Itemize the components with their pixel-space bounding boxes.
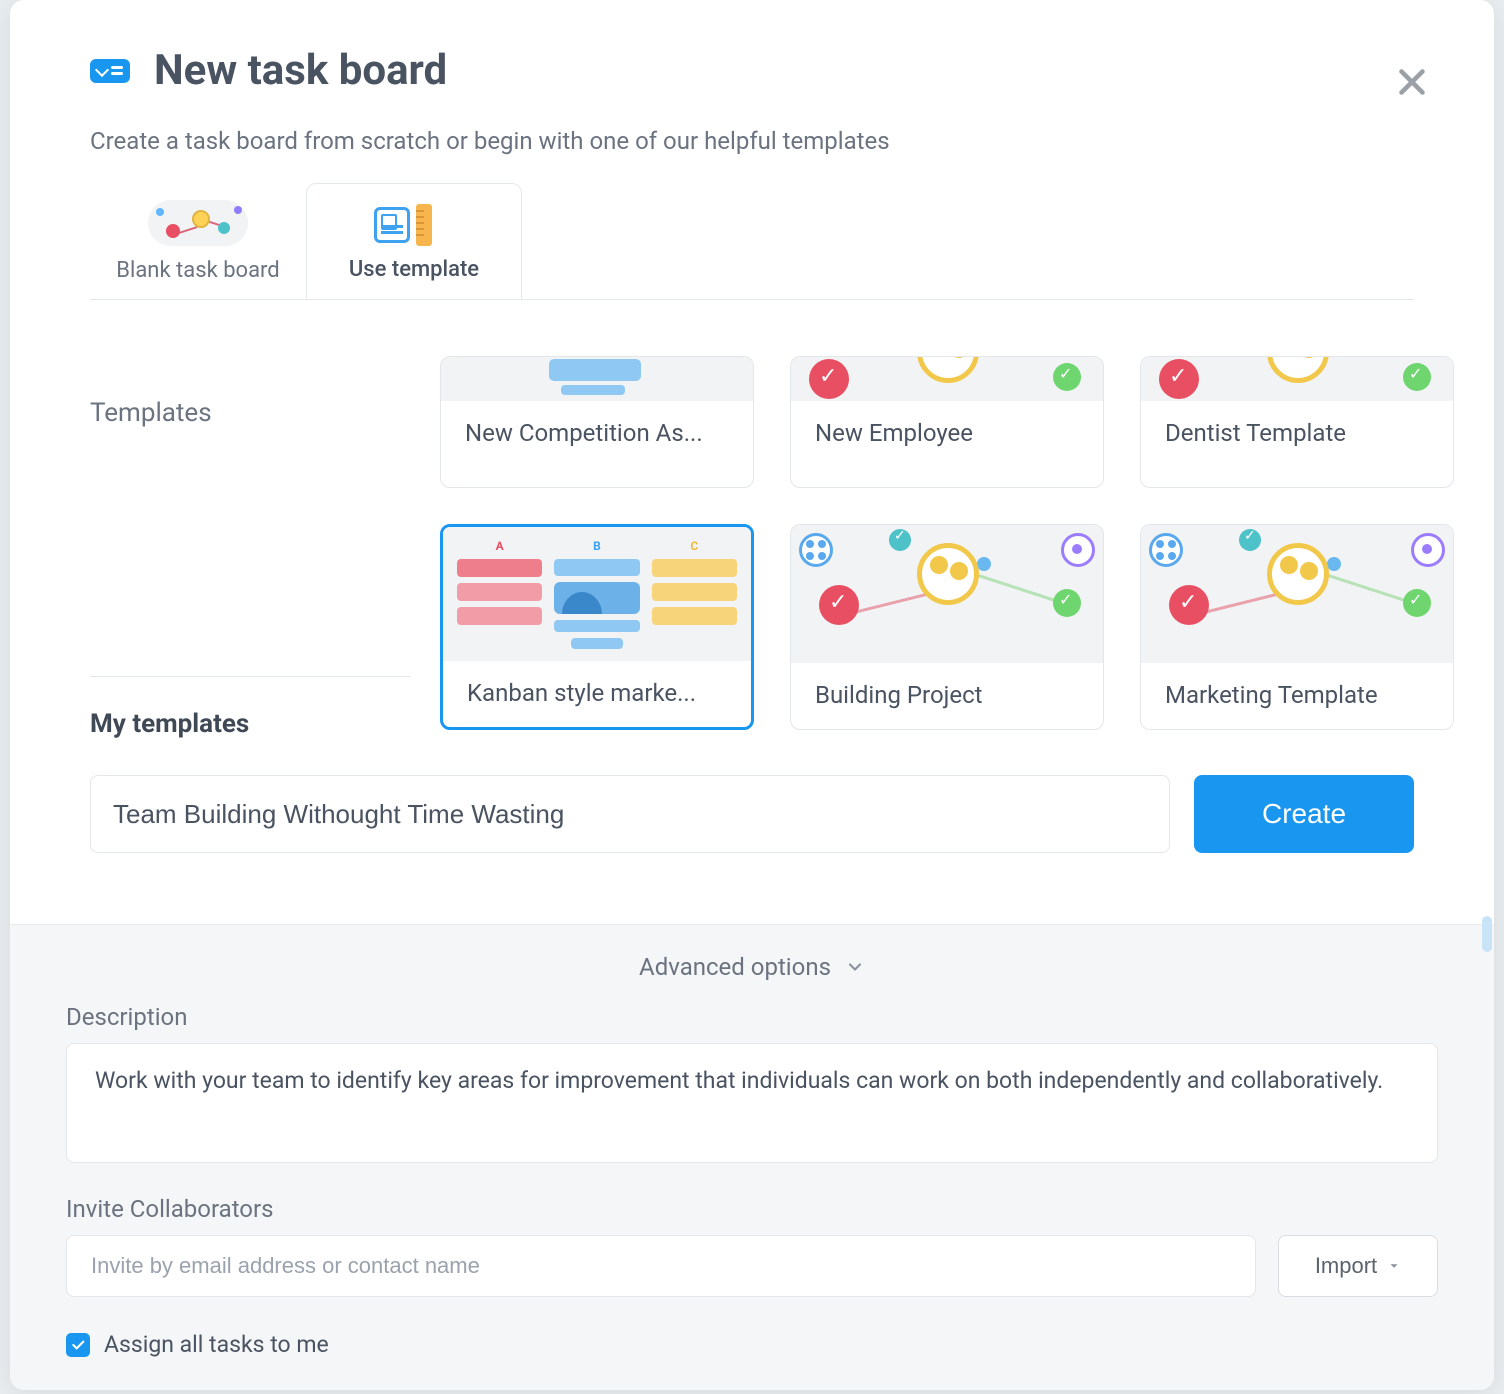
- template-thumbnail: [791, 525, 1103, 663]
- board-name-row: Create: [90, 775, 1414, 853]
- tab-bar: Blank task board Use template: [90, 183, 1414, 300]
- template-card-building-project[interactable]: Building Project: [790, 524, 1104, 730]
- description-input[interactable]: [66, 1043, 1438, 1163]
- molecule-icon: [148, 200, 248, 246]
- modal-title: New task board: [154, 46, 447, 95]
- my-templates-heading: My templates: [90, 709, 440, 739]
- assign-all-tasks-label: Assign all tasks to me: [104, 1331, 329, 1358]
- templates-heading: Templates: [90, 398, 440, 428]
- section-divider: [90, 676, 410, 677]
- assign-all-tasks-row: Assign all tasks to me: [66, 1331, 1438, 1358]
- caret-down-icon: [1387, 1259, 1401, 1273]
- template-card-kanban-marketing[interactable]: A B C Kanban style marke...: [440, 524, 754, 730]
- advanced-options-panel: Advanced options Description Invite Coll…: [10, 924, 1494, 1390]
- tab-label: Blank task board: [116, 258, 279, 283]
- new-task-board-modal: New task board Create a task board from …: [10, 0, 1494, 1390]
- description-label: Description: [66, 1003, 1438, 1031]
- task-board-icon: [90, 59, 130, 83]
- template-card-title: Building Project: [791, 663, 1103, 729]
- template-thumbnail: [1141, 357, 1453, 401]
- template-thumbnail: [791, 357, 1103, 401]
- import-button[interactable]: Import: [1278, 1235, 1438, 1297]
- create-button[interactable]: Create: [1194, 775, 1414, 853]
- check-icon: [70, 1337, 86, 1353]
- template-thumbnail: A B C: [443, 527, 751, 661]
- close-icon: [1394, 64, 1430, 100]
- close-button[interactable]: [1390, 60, 1434, 104]
- invite-label: Invite Collaborators: [66, 1195, 1438, 1223]
- invite-collaborators-input[interactable]: [66, 1235, 1256, 1297]
- advanced-options-label: Advanced options: [639, 953, 831, 981]
- template-card-new-employee[interactable]: New Employee: [790, 356, 1104, 488]
- chevron-down-icon: [845, 957, 865, 977]
- tab-blank-task-board[interactable]: Blank task board: [90, 183, 306, 299]
- import-label: Import: [1315, 1253, 1377, 1279]
- template-card-marketing[interactable]: Marketing Template: [1140, 524, 1454, 730]
- modal-body: Templates New Competition As... New Empl…: [10, 300, 1494, 924]
- template-card-title: Kanban style marke...: [443, 661, 751, 727]
- modal-header: New task board Create a task board from …: [10, 0, 1494, 300]
- board-name-input[interactable]: [90, 775, 1170, 853]
- modal-subtitle: Create a task board from scratch or begi…: [90, 127, 1414, 155]
- template-card-dentist[interactable]: Dentist Template: [1140, 356, 1454, 488]
- template-card-title: New Employee: [791, 401, 1103, 467]
- advanced-options-toggle[interactable]: Advanced options: [66, 949, 1438, 1003]
- tab-use-template[interactable]: Use template: [306, 183, 522, 299]
- template-thumbnail: [1141, 525, 1453, 663]
- template-card-new-competition[interactable]: New Competition As...: [440, 356, 754, 488]
- template-card-title: Marketing Template: [1141, 663, 1453, 729]
- template-thumbnail: [441, 357, 753, 401]
- template-icon: [374, 205, 454, 245]
- assign-all-tasks-checkbox[interactable]: [66, 1333, 90, 1357]
- templates-row-2: My templates A B C Kanban style marke...: [90, 524, 1414, 739]
- tab-label: Use template: [349, 257, 479, 282]
- template-card-title: New Competition As...: [441, 401, 753, 467]
- template-card-title: Dentist Template: [1141, 401, 1453, 467]
- templates-row-1: Templates New Competition As... New Empl…: [90, 356, 1414, 488]
- scrollbar-thumb[interactable]: [1482, 916, 1492, 952]
